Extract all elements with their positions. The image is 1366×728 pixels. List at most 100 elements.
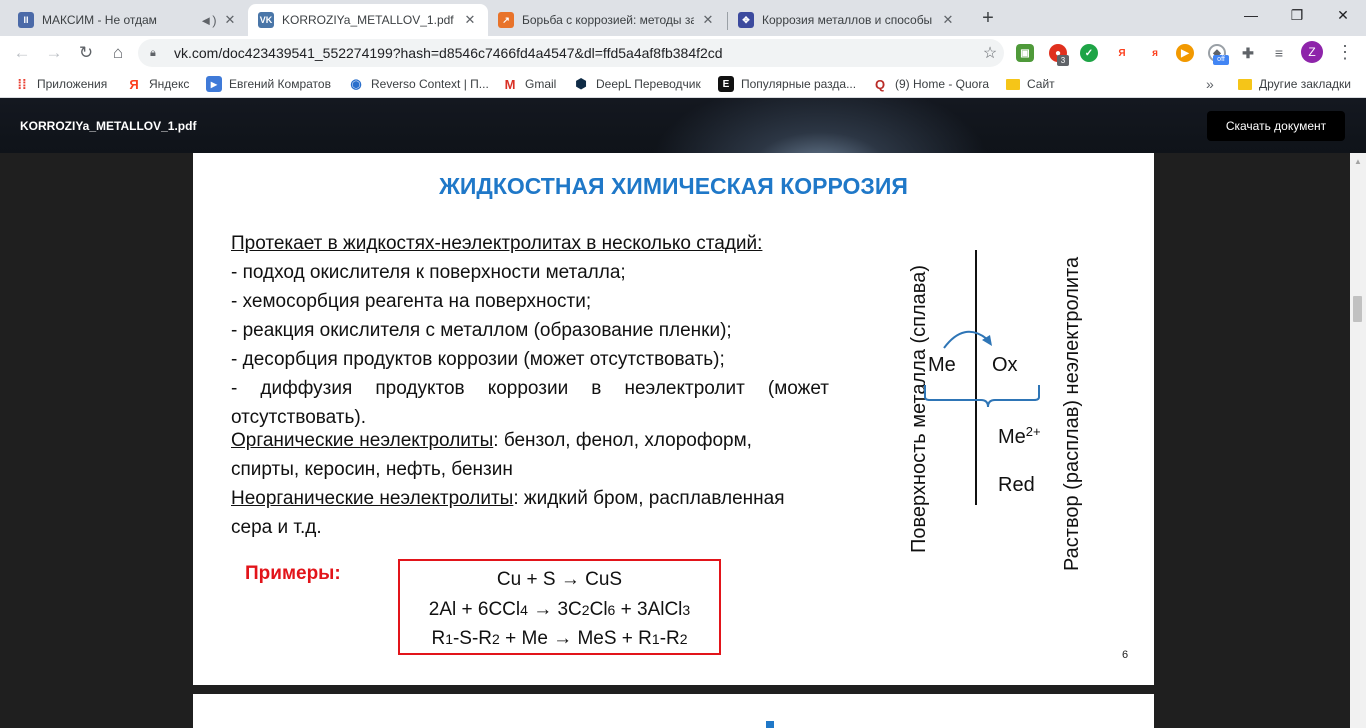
solution-label: Раствор (расплав) неэлектролита <box>1061 256 1083 571</box>
scroll-up-arrow-icon[interactable]: ▲ <box>1350 153 1366 169</box>
bookmark-label: (9) Home - Quora <box>895 77 990 91</box>
me-label: Me <box>928 354 956 376</box>
bookmarks-bar: ⁞⁞ Приложения Я Яндекс ▶ Евгений Комрато… <box>0 70 1366 98</box>
stage-line: - подход окислителя к поверхности металл… <box>231 262 626 283</box>
close-icon[interactable]: ✕ <box>940 12 956 28</box>
close-window-button[interactable]: ✕ <box>1320 0 1366 30</box>
bookmark-quora[interactable]: Q (9) Home - Quora <box>872 75 989 93</box>
apps-grid-icon: ⁞⁞ <box>17 76 27 92</box>
yandex-icon: Я <box>129 76 139 92</box>
new-tab-button[interactable]: + <box>976 6 1000 30</box>
formula-line-3: R1-S-R2 + Me → MeS + R1-R2 <box>431 628 688 649</box>
menu-icon[interactable]: ⋮ <box>1334 41 1356 63</box>
scroll-thumb[interactable] <box>1353 296 1362 322</box>
tab-1[interactable]: II МАКСИМ - Не отдам ◄) ✕ <box>8 4 248 36</box>
check-extension-icon[interactable]: ✓ <box>1080 44 1098 62</box>
browser-toolbar: ← → ↻ ⌂ 🔒︎ vk.com/doc423439541_552274199… <box>0 36 1366 70</box>
tab-2[interactable]: VK KORROZIYa_METALLOV_1.pdf ✕ <box>248 4 488 36</box>
close-icon[interactable]: ✕ <box>462 12 478 28</box>
formula-line-2: 2Al + 6CCl4 → 3C2Cl6 + 3AlCl3 <box>428 599 691 620</box>
page-number: 6 <box>1122 649 1129 661</box>
extension-off-badge: off <box>1213 55 1229 65</box>
formula-box: Cu + S → CuS 2Al + 6CCl4 → 3C2Cl6 + 3AlC… <box>398 559 721 655</box>
bookmark-other[interactable]: Другие закладки <box>1238 75 1351 93</box>
bookmark-label: Reverso Context | П... <box>371 77 489 91</box>
video-icon: ▶ <box>206 76 222 92</box>
examples-label: Примеры: <box>245 563 341 584</box>
gmail-icon: M <box>504 76 516 92</box>
transfer-arrow <box>943 330 988 349</box>
yandex-extension-icon[interactable]: Я <box>1113 44 1131 62</box>
tab-title: KORROZIYa_METALLOV_1.pdf <box>282 13 454 27</box>
close-icon[interactable]: ✕ <box>700 12 716 28</box>
reload-button[interactable]: ↻ <box>72 39 100 67</box>
extension-badge: 3 <box>1057 55 1069 66</box>
inorganic-line: Неорганические неэлектролиты: жидкий бро… <box>231 484 829 513</box>
yandex-extension-icon[interactable]: я <box>1146 44 1164 62</box>
bookmark-komratov[interactable]: ▶ Евгений Комратов <box>206 75 331 93</box>
ox-label: Ox <box>992 354 1018 376</box>
bookmark-star-icon[interactable]: ☆ <box>976 43 1004 63</box>
stage-line: - диффузия продуктов коррозии в неэлектр… <box>231 378 829 399</box>
organic-block: Органические неэлектролиты: бензол, фено… <box>231 426 829 542</box>
bookmark-site[interactable]: Сайт <box>1006 75 1055 93</box>
profile-avatar[interactable]: Z <box>1301 41 1323 63</box>
brace <box>924 385 1040 408</box>
page-icon: E <box>718 76 734 92</box>
formula-line-1: Cu + S → CuS <box>496 569 623 590</box>
tab-4[interactable]: ✥ Коррозия металлов и способы ✕ <box>728 4 966 36</box>
bookmarks-overflow[interactable]: » <box>1206 75 1214 93</box>
next-slide-title-fragment <box>766 721 774 728</box>
lock-icon[interactable]: 🔒︎ <box>150 47 164 60</box>
organic-label: Органические неэлектролиты <box>231 430 494 451</box>
bookmark-label: Gmail <box>525 77 557 91</box>
bookmark-deepl[interactable]: ⬢ DeepL Переводчик <box>573 75 701 93</box>
document-header: KORROZIYa_METALLOV_1.pdf Скачать докумен… <box>0 98 1366 153</box>
inorganic-line-2: сера и т.д. <box>231 517 322 538</box>
puzzle-icon[interactable]: ✚ <box>1239 44 1257 62</box>
site-icon: ✥ <box>738 12 754 28</box>
arrow-head-icon <box>982 335 992 346</box>
me-ion-label: Me2+ <box>998 424 1041 448</box>
bookmark-label: Сайт <box>1027 77 1055 91</box>
vk-icon: VK <box>258 12 274 28</box>
bookmark-label: Популярные разда... <box>741 77 857 91</box>
bookmark-popular[interactable]: E Популярные разда... <box>718 75 856 93</box>
speaker-icon[interactable]: ◄) <box>199 12 216 28</box>
url-text[interactable]: vk.com/doc423439541_552274199?hash=d8546… <box>174 45 976 61</box>
bookmark-reverso[interactable]: ◉ Reverso Context | П... <box>348 75 489 93</box>
quora-icon: Q <box>874 76 886 92</box>
document-title: KORROZIYa_METALLOV_1.pdf <box>20 119 197 133</box>
organic-line-2: спирты, керосин, нефть, бензин <box>231 459 513 480</box>
bookmark-apps[interactable]: ⁞⁞ Приложения <box>14 75 107 93</box>
download-button[interactable]: Скачать документ <box>1207 111 1345 141</box>
bookmark-yandex[interactable]: Я Яндекс <box>126 75 189 93</box>
forward-button[interactable]: → <box>40 39 68 67</box>
restore-button[interactable]: ❐ <box>1274 0 1320 30</box>
tab-title: Борьба с коррозией: методы за <box>522 13 694 27</box>
minimize-button[interactable]: — <box>1228 0 1274 30</box>
scrollbar[interactable] <box>1350 153 1366 728</box>
close-icon[interactable]: ✕ <box>222 12 238 28</box>
bookmark-label: Евгений Комратов <box>229 77 331 91</box>
inorganic-text: : жидкий бром, расплавленная <box>513 488 785 509</box>
tab-title: МАКСИМ - Не отдам <box>42 13 157 27</box>
intro-line: Протекает в жидкостях-неэлектролитах в н… <box>231 229 829 258</box>
image-extension-icon[interactable]: ▣ <box>1016 44 1034 62</box>
bookmark-gmail[interactable]: M Gmail <box>502 75 557 93</box>
tab-3[interactable]: ↗ Борьба с коррозией: методы за ✕ <box>488 4 726 36</box>
red-label: Red <box>998 474 1035 496</box>
stage-line: - реакция окислителя с металлом (образов… <box>231 320 732 341</box>
back-button[interactable]: ← <box>8 39 36 67</box>
tab-title: Коррозия металлов и способы <box>762 13 933 27</box>
folder-icon <box>1006 78 1020 90</box>
bookmark-label: Приложения <box>37 77 108 91</box>
address-bar[interactable]: 🔒︎ vk.com/doc423439541_552274199?hash=d8… <box>138 39 1004 67</box>
bookmark-label: DeepL Переводчик <box>596 77 701 91</box>
home-button[interactable]: ⌂ <box>104 39 132 67</box>
zen-icon: ↗ <box>498 12 514 28</box>
media-queue-icon[interactable]: ≡ <box>1270 44 1288 62</box>
next-slide-page <box>193 694 1154 728</box>
orange-extension-icon[interactable]: ▶ <box>1176 44 1194 62</box>
bookmark-label: Другие закладки <box>1259 77 1351 91</box>
